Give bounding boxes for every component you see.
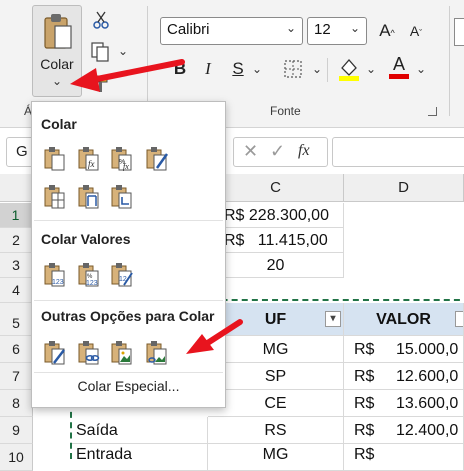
fill-color-icon[interactable] [338,56,360,82]
paste-formulas-icon[interactable]: fx [77,146,101,172]
cell-valor[interactable]: R$ 12.600,0 [344,363,464,390]
scissors-icon[interactable] [92,10,110,30]
row-header[interactable]: 9 [0,417,33,444]
paste-icon[interactable] [43,146,67,172]
cell-c3[interactable]: 20 [208,253,344,278]
cell-valor[interactable]: R$ 12.400,0 [344,417,464,444]
alignment-control[interactable] [454,18,464,46]
cell-uf[interactable]: SP [208,363,344,390]
annotation-arrow-icon [70,59,185,92]
paste-link-icon[interactable] [77,340,101,366]
cell-valor[interactable]: R$ [344,444,464,471]
currency-symbol: R$ [354,368,375,385]
paste-options-menu: Colar fx % fx Colar Valores 123 % 123 12 O… [31,101,226,408]
font-group-label: Fonte [270,104,301,118]
font-color-icon[interactable]: A [389,54,409,80]
formula-buttons: ✕ ✓ fx [233,137,328,167]
svg-text:fx: fx [88,159,95,169]
cancel-icon[interactable]: ✕ [243,141,258,162]
paste-picture-icon[interactable] [110,340,134,366]
formula-input[interactable] [332,137,464,167]
svg-text:123: 123 [52,279,64,286]
cell-value: 15.000,0 [396,341,459,358]
paste-keep-column-widths-icon[interactable] [77,184,101,210]
cell-b[interactable]: Entrada [70,444,208,471]
paste-transpose-icon[interactable] [110,184,134,210]
font-name-combo[interactable]: Calibri ⌄ [160,17,303,45]
paste-no-borders-icon[interactable] [43,184,67,210]
row-header[interactable]: 8 [0,390,33,417]
menu-divider [34,372,223,373]
filter-dropdown-icon[interactable]: ▾ [325,311,341,327]
decrease-font-icon[interactable]: Aˇ [404,19,428,43]
annotation-arrow-icon [186,319,243,354]
chevron-down-icon[interactable]: ⌄ [252,62,262,76]
row-header[interactable]: 5 [0,303,33,336]
select-all-corner[interactable] [0,174,33,202]
cell-uf[interactable]: MG [208,444,344,471]
paste-special-item[interactable]: Colar Especial... [32,378,225,394]
font-name-value: Calibri [167,21,210,38]
column-header-c[interactable]: C [208,174,344,202]
row-header[interactable]: 4 [0,278,33,303]
cell-valor[interactable]: R$ 15.000,0 [344,336,464,363]
dialog-launcher-icon[interactable] [428,107,437,116]
column-header-d[interactable]: D [344,174,464,202]
font-color-letter: A [392,54,405,74]
cell-value: 13.600,0 [396,395,459,412]
cell-value: 12.400,0 [396,422,459,439]
increase-font-icon[interactable]: A^ [375,19,399,43]
row-header[interactable]: 10 [0,444,33,471]
header-label: UF [264,311,287,328]
chevron-down-icon[interactable]: ⌄ [312,62,322,76]
row-header[interactable]: 1 [0,203,33,228]
paste-formatting-icon[interactable] [43,340,67,366]
svg-text:fx: fx [123,162,129,171]
cell-uf[interactable]: CE [208,390,344,417]
chevron-down-icon[interactable]: ⌄ [416,62,426,76]
menu-divider [34,300,223,301]
filter-dropdown-icon[interactable] [455,311,463,327]
chevron-down-icon[interactable]: ⌄ [366,62,376,76]
row-header[interactable]: 7 [0,363,33,390]
currency-symbol: R$ [354,395,375,412]
font-size-value: 12 [314,21,331,38]
currency-symbol: R$ [354,341,375,358]
cell-c2[interactable]: R$ 11.415,00 [208,228,344,253]
divider [449,6,450,116]
cell-b[interactable]: Saída [70,417,208,444]
currency-symbol: R$ [354,446,375,463]
cell-uf[interactable]: RS [208,417,344,444]
row-header[interactable]: 3 [0,253,33,278]
menu-divider [34,220,223,221]
chevron-down-icon[interactable]: ⌄ [286,21,296,35]
paste-keep-formatting-icon[interactable] [145,146,169,172]
underline-button[interactable]: S [226,57,250,81]
fx-icon[interactable]: fx [298,142,310,160]
currency-symbol: R$ [354,422,375,439]
chevron-down-icon[interactable]: ⌄ [350,21,360,35]
paste-values-number-format-icon[interactable]: %123 [77,262,101,288]
italic-button[interactable]: I [196,57,220,81]
cell-valor[interactable]: R$ 13.600,0 [344,390,464,417]
row-header[interactable]: 6 [0,336,33,363]
divider [327,58,328,82]
cell-value: 12.600,0 [396,368,459,385]
font-size-combo[interactable]: 12 ⌄ [307,17,367,45]
paste-formulas-number-format-icon[interactable]: %fx [110,146,134,172]
svg-text:123: 123 [86,280,98,287]
cell-c1[interactable]: R$ 228.300,00 [208,203,344,228]
header-label: VALOR [376,311,431,328]
paste-values-icon[interactable]: 123 [43,262,67,288]
menu-section-colar-valores: Colar Valores [41,231,131,247]
menu-section-colar: Colar [41,116,77,132]
clipboard-icon [44,14,72,49]
paste-linked-picture-icon[interactable] [145,340,169,366]
check-icon[interactable]: ✓ [270,141,285,162]
borders-icon[interactable] [283,59,303,79]
row-header[interactable]: 2 [0,228,33,253]
header-cell-valor[interactable]: VALOR [344,303,464,336]
paste-values-source-formatting-icon[interactable]: 12 [110,262,134,288]
